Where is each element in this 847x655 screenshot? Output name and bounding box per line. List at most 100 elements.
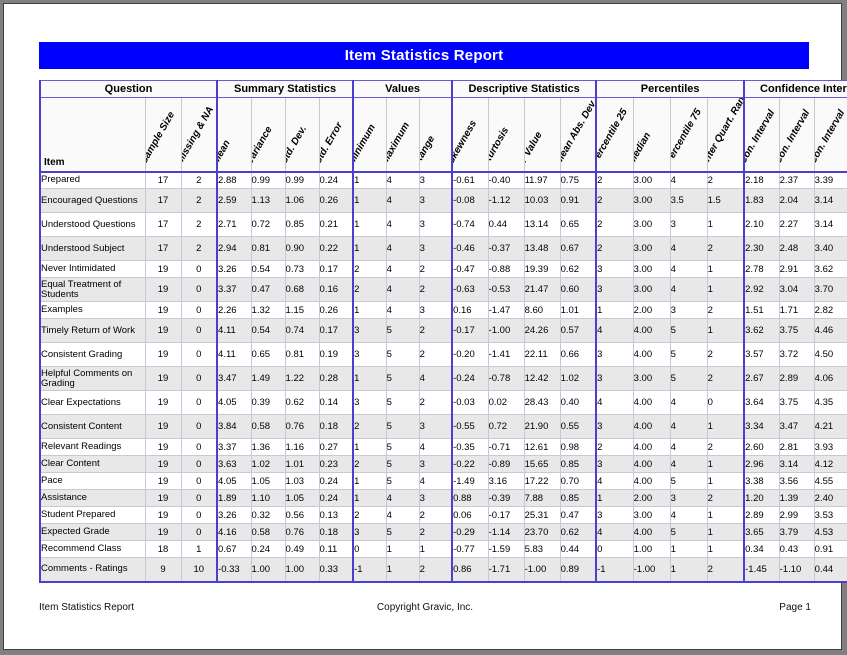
row-cell: 3.62 xyxy=(813,260,847,278)
row-cell: 2 xyxy=(706,171,746,189)
row-cell: 3 xyxy=(352,523,387,541)
row-cell: -1.49 xyxy=(451,472,489,490)
row-item-label: Consistent Grading xyxy=(39,342,146,367)
row-cell: 2.91 xyxy=(778,260,815,278)
group-header-confidence-intervals: Confidence Intervals xyxy=(743,80,847,98)
row-cell: 3 xyxy=(595,414,634,439)
row-cell: 0.47 xyxy=(250,277,286,302)
row-cell: 5 xyxy=(669,342,708,367)
group-header-question: Question xyxy=(38,80,219,98)
row-cell: 1 xyxy=(595,301,634,319)
table-row: Understood Questions 17 2 2.71 0.72 0.85 0.21 1… xyxy=(39,212,847,237)
row-cell: 0.23 xyxy=(318,455,355,473)
row-cell: 4.16 xyxy=(216,523,252,541)
row-cell: 2 xyxy=(706,236,746,261)
row-cell: 4.05 xyxy=(216,390,252,415)
row-cell: 4 xyxy=(669,260,708,278)
row-cell: 3.00 xyxy=(632,171,671,189)
row-cell: 0 xyxy=(180,366,219,391)
row-cell: 0 xyxy=(180,472,219,490)
row-cell: 4 xyxy=(595,390,634,415)
column-header-con-interval-3: Con. Interval xyxy=(813,97,847,173)
row-cell: 2.89 xyxy=(743,506,780,524)
row-cell: 1.89 xyxy=(216,489,252,507)
row-cell: 0.67 xyxy=(559,236,598,261)
row-cell: 0.67 xyxy=(216,540,252,558)
row-cell: 0.91 xyxy=(559,188,598,213)
row-cell: 2 xyxy=(180,236,219,261)
row-cell: 12.61 xyxy=(523,438,561,456)
row-cell: 3.70 xyxy=(813,277,847,302)
row-cell: 2 xyxy=(706,438,746,456)
row-cell: 2.59 xyxy=(216,188,252,213)
row-cell: 1.71 xyxy=(778,301,815,319)
group-header-row: Question Summary Statistics Values Descr… xyxy=(38,80,847,98)
row-cell: 1 xyxy=(352,236,387,261)
row-cell: 4.00 xyxy=(632,455,671,473)
row-cell: 1 xyxy=(352,188,387,213)
row-cell: 4 xyxy=(669,414,708,439)
row-cell: 4 xyxy=(669,438,708,456)
row-cell: 1.05 xyxy=(250,472,286,490)
row-cell: 1 xyxy=(706,523,746,541)
row-cell: 0.33 xyxy=(318,557,355,583)
row-cell: 19 xyxy=(144,455,182,473)
column-header-t-value: T Value xyxy=(523,97,561,173)
row-cell: 1 xyxy=(669,540,708,558)
row-cell: 3.5 xyxy=(669,188,708,213)
row-cell: -0.74 xyxy=(451,212,489,237)
row-cell: 3 xyxy=(352,342,387,367)
row-cell: 0 xyxy=(180,277,219,302)
row-cell: 0.24 xyxy=(318,489,355,507)
row-cell: 2 xyxy=(418,277,454,302)
row-cell: 1.83 xyxy=(743,188,780,213)
row-cell: 0.24 xyxy=(318,171,355,189)
row-cell: 0.40 xyxy=(559,390,598,415)
row-cell: -0.22 xyxy=(451,455,489,473)
row-cell: 4.00 xyxy=(632,318,671,343)
row-cell: 2 xyxy=(418,557,454,583)
row-cell: 3.93 xyxy=(813,438,847,456)
row-cell: 3 xyxy=(418,236,454,261)
group-header-summary-statistics: Summary Statistics xyxy=(216,80,355,98)
row-cell: 4 xyxy=(385,260,420,278)
row-cell: 1 xyxy=(669,557,708,583)
row-cell: 1 xyxy=(706,212,746,237)
row-cell: 0.24 xyxy=(318,472,355,490)
row-cell: 1 xyxy=(706,260,746,278)
row-cell: 0 xyxy=(180,260,219,278)
row-cell: 2 xyxy=(595,188,634,213)
row-cell: 0.02 xyxy=(487,390,525,415)
row-cell: -0.77 xyxy=(451,540,489,558)
row-cell: -0.63 xyxy=(451,277,489,302)
row-cell: 7.88 xyxy=(523,489,561,507)
row-cell: 1 xyxy=(706,472,746,490)
table-row: Comments - Ratings 9 10 -0.33 1.00 1.00 0.33 -1… xyxy=(39,557,847,583)
row-cell: 2.04 xyxy=(778,188,815,213)
row-cell: -0.17 xyxy=(487,506,525,524)
row-cell: 1.00 xyxy=(632,540,671,558)
page-title: Item Statistics Report xyxy=(344,47,504,64)
row-cell: 2.81 xyxy=(778,438,815,456)
row-cell: 3 xyxy=(595,366,634,391)
row-cell: 19 xyxy=(144,301,182,319)
row-cell: 3.40 xyxy=(813,236,847,261)
row-cell: 2 xyxy=(418,260,454,278)
row-cell: 0.57 xyxy=(559,318,598,343)
row-cell: 0.81 xyxy=(284,342,320,367)
row-cell: 21.90 xyxy=(523,414,561,439)
row-cell: 2.71 xyxy=(216,212,252,237)
table-row: Equal Treatment of Students 19 0 3.37 0.47 0.… xyxy=(39,277,847,302)
row-cell: 3.14 xyxy=(813,188,847,213)
row-cell: 4 xyxy=(385,171,420,189)
row-cell: 2.92 xyxy=(743,277,780,302)
row-cell: 3 xyxy=(669,489,708,507)
row-cell: 3 xyxy=(595,455,634,473)
row-cell: 0.56 xyxy=(284,506,320,524)
row-cell: 0.98 xyxy=(559,438,598,456)
row-cell: 1.13 xyxy=(250,188,286,213)
row-cell: 0.72 xyxy=(487,414,525,439)
row-cell: 1.5 xyxy=(706,188,746,213)
row-cell: 1 xyxy=(352,489,387,507)
row-cell: 2 xyxy=(352,506,387,524)
